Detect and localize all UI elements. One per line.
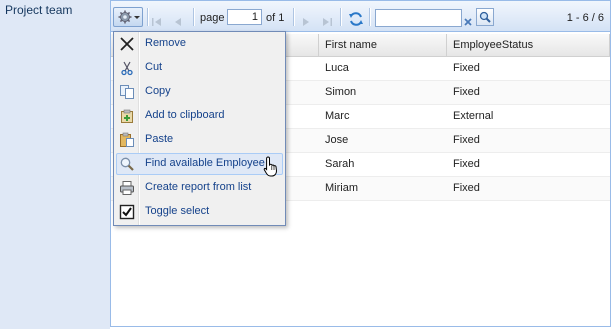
toolbar-separator [193, 8, 195, 26]
menu-item-label: Toggle select [145, 205, 210, 217]
section-label: Project team [5, 3, 73, 17]
left-panel: Project team [0, 0, 110, 329]
toolbar-separator [369, 8, 371, 26]
page-number-input[interactable]: 1 [227, 9, 262, 25]
menu-item-label: Create report from list [145, 181, 252, 193]
next-page-icon[interactable] [301, 12, 311, 32]
actions-menu: Remove Cut Copy Add to clipboard Paste F… [113, 31, 286, 226]
scissors-icon [121, 61, 133, 76]
search-button[interactable] [476, 8, 494, 26]
menu-item-label: Find available Employee [145, 157, 265, 169]
search-input[interactable] [375, 9, 462, 27]
first-name-cell: Simon [325, 86, 357, 98]
menu-item-cut[interactable]: Cut [116, 57, 283, 79]
status-cell: Fixed [453, 62, 480, 74]
printer-icon [120, 181, 134, 195]
checkbox-icon [119, 204, 135, 220]
first-name-cell: Marc [325, 110, 350, 122]
status-cell: External [453, 110, 494, 122]
first-name-cell: Jose [325, 134, 349, 146]
first-name-cell: Miriam [325, 182, 358, 194]
column-header-first-name[interactable]: First name [319, 34, 447, 57]
add-to-clipboard-icon [121, 109, 133, 123]
page-total-label: of 1 [266, 12, 285, 24]
gear-icon [118, 10, 132, 24]
menu-item-label: Add to clipboard [145, 109, 225, 121]
hand-cursor-icon [263, 156, 278, 177]
toolbar-separator [147, 8, 149, 26]
remove-icon [120, 37, 134, 51]
menu-item-label: Copy [145, 85, 171, 97]
menu-item-find-available-employee[interactable]: Find available Employee [116, 153, 283, 175]
first-page-icon[interactable] [151, 12, 163, 32]
first-name-cell: Luca [325, 62, 349, 74]
page-label: page [200, 12, 225, 24]
column-header-employee-status[interactable]: EmployeeStatus [447, 34, 610, 57]
status-cell: Fixed [453, 86, 480, 98]
previous-page-icon[interactable] [173, 12, 183, 32]
menu-item-copy[interactable]: Copy [116, 81, 283, 103]
refresh-icon[interactable] [348, 9, 364, 29]
menu-item-create-report[interactable]: Create report from list [116, 177, 283, 199]
last-page-icon[interactable] [321, 12, 333, 32]
menu-item-add-to-clipboard[interactable]: Add to clipboard [116, 105, 283, 127]
status-cell: Fixed [453, 158, 480, 170]
paste-icon [120, 132, 134, 147]
menu-item-label: Paste [145, 133, 174, 145]
chevron-down-icon [134, 16, 140, 19]
toolbar: page 1 of 1 1 - 6 / 6 [111, 1, 610, 32]
copy-icon [120, 85, 134, 99]
status-cell: Fixed [453, 134, 480, 146]
status-cell: Fixed [453, 182, 480, 194]
magnifier-icon [120, 157, 134, 171]
first-name-cell: Sarah [325, 158, 355, 170]
search-icon [479, 11, 491, 23]
menu-item-label: Cut [145, 61, 163, 73]
actions-menu-button[interactable] [113, 7, 143, 27]
clear-search-icon[interactable] [463, 12, 473, 32]
menu-item-paste[interactable]: Paste [116, 129, 283, 151]
record-count: 1 - 6 / 6 [566, 12, 604, 24]
menu-item-label: Remove [145, 37, 186, 49]
menu-item-remove[interactable]: Remove [116, 33, 283, 55]
toolbar-separator [340, 8, 342, 26]
page-number-value: 1 [251, 11, 258, 23]
toolbar-separator [293, 8, 295, 26]
menu-item-toggle-select[interactable]: Toggle select [116, 201, 283, 223]
